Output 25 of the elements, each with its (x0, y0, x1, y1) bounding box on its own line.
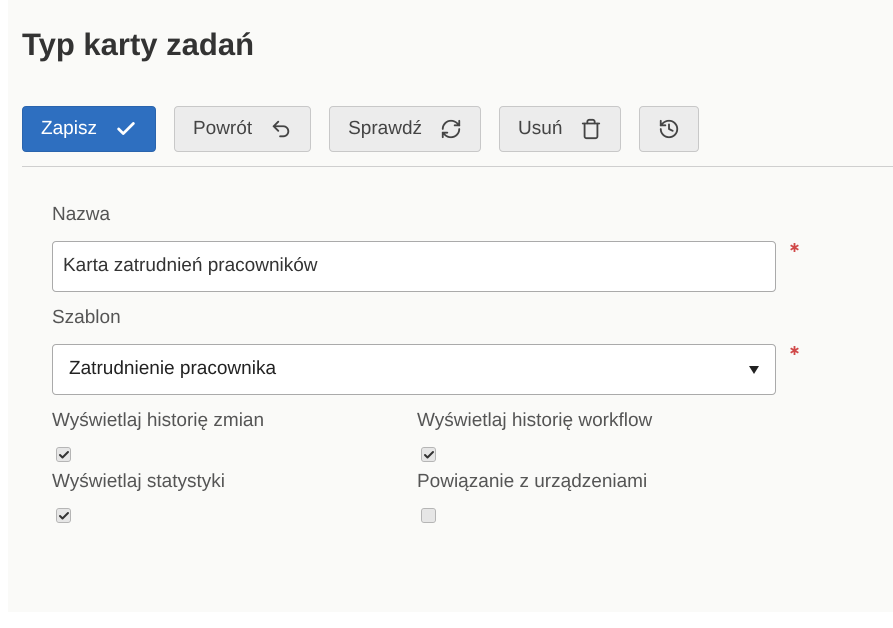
checkbox-label: Wyświetlaj historię zmian (52, 409, 264, 433)
trash-icon (580, 118, 602, 140)
field-label: Szablon (52, 306, 121, 330)
field-label: Nazwa (52, 203, 110, 227)
checkbox-label: Wyświetlaj historię workflow (417, 409, 652, 433)
page-title: Typ karty zadań (22, 26, 256, 64)
check-icon (422, 448, 434, 460)
toolbar-button[interactable]: Usuń (499, 106, 622, 152)
checkbox[interactable] (56, 447, 71, 462)
checkbox[interactable] (421, 447, 436, 462)
toolbar-button[interactable]: Zapisz (22, 106, 156, 152)
history-icon (658, 118, 680, 140)
name-input-field[interactable]: Karta zatrudnień pracowników (52, 241, 776, 292)
check-icon (58, 510, 70, 522)
toolbar-button[interactable]: Powrót (174, 106, 312, 152)
history-button[interactable] (639, 106, 700, 152)
checkbox-label: Wyświetlaj statystyki (52, 470, 225, 494)
checkbox[interactable] (421, 508, 436, 523)
check-icon (58, 448, 70, 460)
checkbox[interactable] (56, 508, 71, 523)
toolbar-button[interactable]: Sprawdź (329, 106, 482, 152)
dropdown-caret-icon (749, 364, 759, 374)
template-select[interactable]: Zatrudnienie pracownika (52, 344, 776, 395)
refresh-icon (440, 118, 462, 140)
checkbox-label: Powiązanie z urządzeniami (417, 470, 648, 494)
